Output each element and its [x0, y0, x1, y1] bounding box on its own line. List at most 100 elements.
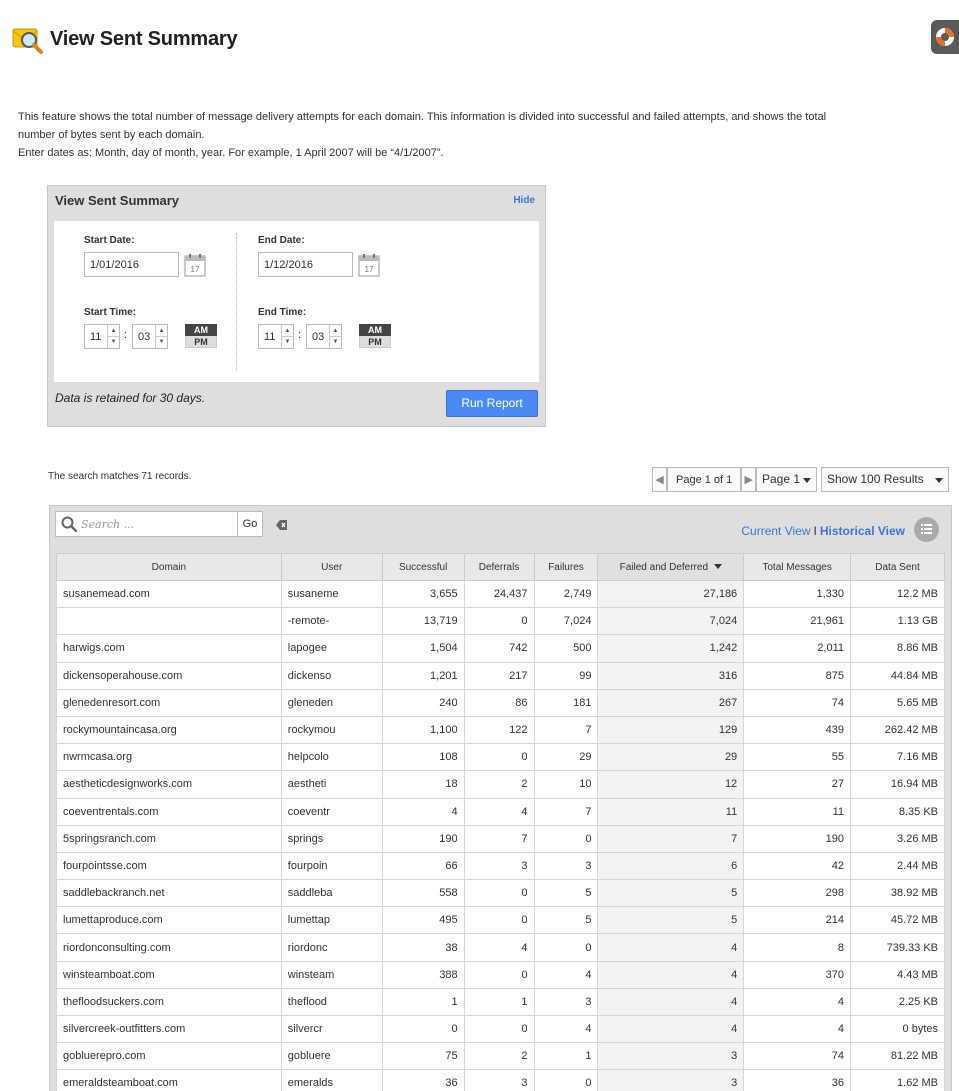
column-header[interactable]: Successful: [381, 553, 465, 581]
table-cell: 0: [533, 1069, 599, 1091]
table-body: susanemead.com susaneme 3,655 24,437 2,749 27…: [56, 579, 945, 1091]
historical-view-link[interactable]: Historical View: [820, 524, 905, 538]
table-cell: 0: [463, 607, 535, 636]
page-select[interactable]: Page 1: [756, 467, 817, 492]
column-header[interactable]: Data Sent: [850, 553, 945, 581]
lifebuoy-icon[interactable]: [931, 20, 959, 54]
hide-link[interactable]: Hide: [513, 195, 535, 206]
results-per-page-select[interactable]: Show 100 Results: [821, 467, 949, 492]
go-button[interactable]: Go: [237, 511, 263, 537]
filter-body: Start Date: 1/01/2016 17 Start Time: 11 …: [54, 221, 539, 382]
table-cell: coeventrentals.com: [56, 797, 282, 826]
table-row[interactable]: saddlebackranch.net saddleba 558 0 5 5 298 38.9…: [56, 879, 945, 908]
column-header[interactable]: Failed and Deferred: [597, 553, 745, 581]
table-cell: 5: [597, 906, 745, 935]
end-ampm-toggle[interactable]: AM PM: [359, 324, 391, 349]
list-icon[interactable]: [914, 517, 939, 542]
am-option[interactable]: AM: [359, 324, 391, 336]
table-row[interactable]: 5springsranch.com springs 190 7 0 7 190 3.26 MB: [56, 824, 945, 853]
decrement-icon[interactable]: ▼: [155, 336, 167, 348]
column-header[interactable]: User: [280, 553, 383, 581]
table-cell: 558: [381, 879, 465, 908]
table-row[interactable]: fourpointsse.com fourpoin 66 3 3 6 42 2.44 MB: [56, 851, 945, 881]
decrement-icon[interactable]: ▼: [281, 336, 293, 348]
start-hour-stepper[interactable]: 11 ▲ ▼: [84, 324, 120, 349]
decrement-icon[interactable]: ▼: [329, 336, 341, 348]
table-cell: 8.35 KB: [850, 797, 945, 826]
column-header[interactable]: Domain: [56, 553, 282, 581]
page-description: This feature shows the total number of m…: [18, 108, 838, 162]
column-header[interactable]: Failures: [533, 553, 599, 581]
table-row[interactable]: harwigs.com lapogee 1,504 742 500 1,242 2,011 8…: [56, 634, 945, 663]
pm-option[interactable]: PM: [359, 336, 391, 348]
table-cell: 240: [381, 688, 465, 717]
table-row[interactable]: riordonconsulting.com riordonc 38 4 0 4 8 739.3…: [56, 933, 945, 962]
table-cell: 7.16 MB: [850, 743, 945, 772]
table-row[interactable]: glenedenresort.com gleneden 240 86 181 267 74 5…: [56, 688, 945, 717]
show-select-value: Show 100 Results: [827, 472, 924, 486]
table-row[interactable]: silvercreek-outfitters.com silvercr 0 0 4 4 4 0…: [56, 1014, 945, 1044]
retention-note: Data is retained for 30 days.: [55, 391, 206, 405]
table-cell: 739.33 KB: [850, 933, 945, 962]
table-cell: lumettap: [280, 906, 383, 935]
run-report-button[interactable]: Run Report: [446, 390, 538, 417]
description-line: This feature shows the total number of m…: [18, 111, 827, 123]
table-cell: 4: [597, 987, 745, 1017]
column-header[interactable]: Total Messages: [743, 553, 852, 581]
search-input[interactable]: Search ...: [55, 511, 238, 537]
column-header-label: Total Messages: [762, 561, 832, 573]
column-header[interactable]: Deferrals: [463, 553, 535, 581]
table-row[interactable]: lumettaproduce.com lumettap 495 0 5 5 214 45.72…: [56, 906, 945, 935]
clear-filter-icon[interactable]: [276, 518, 288, 536]
start-ampm-toggle[interactable]: AM PM: [185, 324, 217, 349]
table-cell: 24,437: [463, 579, 535, 609]
am-option[interactable]: AM: [185, 324, 217, 336]
chevron-down-icon: [803, 478, 811, 483]
table-row[interactable]: winsteamboat.com winsteam 388 0 4 4 370 4.43 MB: [56, 960, 945, 989]
table-cell: 370: [743, 960, 852, 989]
table-row[interactable]: gobluerepro.com gobluere 75 2 1 3 74 81.22 MB: [56, 1042, 945, 1071]
table-row[interactable]: -remote- 13,719 0 7,024 7,024 21,961 1.13 GB: [56, 607, 945, 636]
end-hour-stepper[interactable]: 11 ▲ ▼: [258, 324, 294, 349]
table-cell: 1,330: [743, 579, 852, 609]
table-cell: winsteam: [280, 960, 383, 989]
table-cell: dickensoperahouse.com: [56, 661, 282, 690]
end-minute-stepper[interactable]: 03 ▲ ▼: [306, 324, 342, 349]
start-date-input[interactable]: 1/01/2016: [84, 252, 179, 277]
table-cell: 4: [463, 797, 535, 826]
table-cell: -remote-: [280, 607, 383, 636]
table-cell: 1: [463, 987, 535, 1017]
table-row[interactable]: rockymountaincasa.org rockymou 1,100 122 7 12…: [56, 715, 945, 745]
table-cell: 875: [743, 661, 852, 690]
table-row[interactable]: thefloodsuckers.com theflood 1 1 3 4 4 2.25 KB: [56, 987, 945, 1017]
table-cell: 11: [597, 797, 745, 826]
table-row[interactable]: nwrmcasa.org helpcolo 108 0 29 29 55 7.16 MB: [56, 743, 945, 772]
start-minute-value: 03: [138, 331, 151, 343]
table-cell: riordonc: [280, 933, 383, 962]
table-row[interactable]: dickensoperahouse.com dickenso 1,201 217 99 3…: [56, 661, 945, 690]
table-row[interactable]: coeventrentals.com coeventr 4 4 7 11 11 8.35 KB: [56, 797, 945, 826]
current-view-link[interactable]: Current View: [741, 524, 810, 538]
table-cell: 6: [597, 851, 745, 881]
end-time-label: End Time:: [258, 307, 307, 318]
table-cell: 129: [597, 715, 745, 745]
end-date-input[interactable]: 1/12/2016: [258, 252, 353, 277]
start-minute-stepper[interactable]: 03 ▲ ▼: [132, 324, 168, 349]
table-cell: helpcolo: [280, 743, 383, 772]
table-cell: 1.13 GB: [850, 607, 945, 636]
calendar-icon[interactable]: 17: [358, 253, 380, 277]
calendar-icon[interactable]: 17: [184, 253, 206, 277]
table-row[interactable]: aestheticdesignworks.com aestheti 18 2 10 12 2…: [56, 770, 945, 799]
table-cell: 4: [381, 797, 465, 826]
table-cell: 7: [597, 824, 745, 853]
table-cell: saddleba: [280, 879, 383, 908]
table-cell: 3: [533, 851, 599, 881]
page-select-value: Page 1: [762, 472, 801, 486]
pm-option[interactable]: PM: [185, 336, 217, 348]
table-cell: 262.42 MB: [850, 715, 945, 745]
next-page-icon[interactable]: ▶: [741, 467, 757, 492]
table-row[interactable]: emeraldsteamboat.com emeralds 36 3 0 3 36 1.62 …: [56, 1069, 945, 1091]
decrement-icon[interactable]: ▼: [107, 336, 119, 348]
prev-page-icon[interactable]: ◀: [652, 467, 667, 492]
table-row[interactable]: susanemead.com susaneme 3,655 24,437 2,749 27…: [56, 579, 945, 609]
